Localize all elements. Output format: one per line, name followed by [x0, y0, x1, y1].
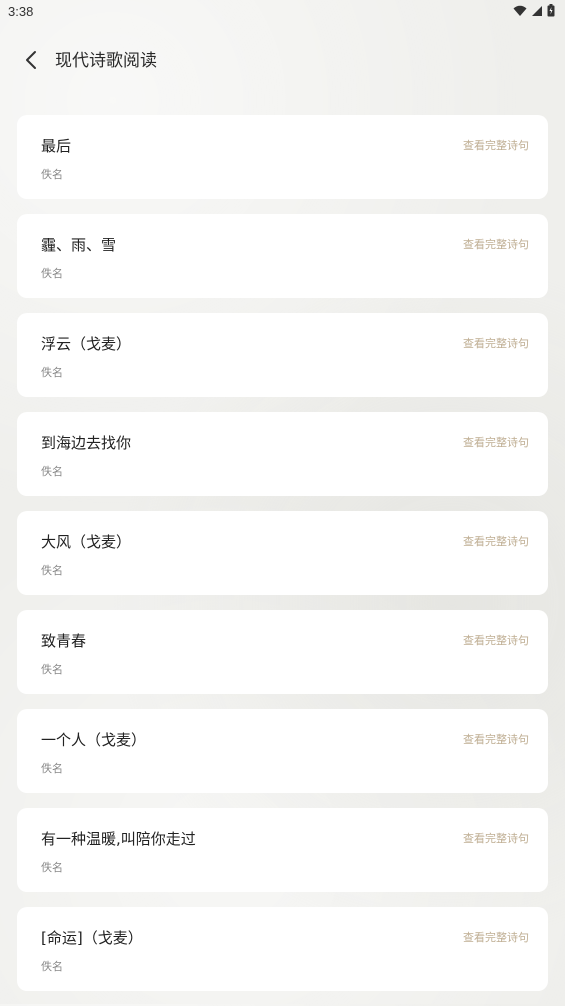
poem-title: 一个人（戈麦）: [41, 731, 147, 749]
poem-card[interactable]: 一个人（戈麦） 佚名 查看完整诗句: [17, 709, 548, 793]
poem-title: 霾、雨、雪: [41, 236, 117, 254]
poem-list: 最后 佚名 查看完整诗句 霾、雨、雪 佚名 查看完整诗句 浮云（戈麦） 佚名 查…: [17, 115, 548, 1006]
status-time: 3:38: [8, 4, 34, 19]
poem-title: 有一种温暖,叫陪你走过: [41, 830, 196, 848]
status-bar: 3:38: [0, 0, 565, 24]
poem-card[interactable]: 有一种温暖,叫陪你走过 佚名 查看完整诗句: [17, 808, 548, 892]
view-full-poem-link[interactable]: 查看完整诗句: [463, 731, 529, 747]
poem-title: 到海边去找你: [41, 434, 132, 452]
view-full-poem-link[interactable]: 查看完整诗句: [463, 137, 529, 153]
poem-card[interactable]: 到海边去找你 佚名 查看完整诗句: [17, 412, 548, 496]
view-full-poem-link[interactable]: 查看完整诗句: [463, 929, 529, 945]
status-icons: [513, 4, 555, 17]
chevron-left-icon: [26, 51, 36, 69]
poem-author: 佚名: [41, 960, 63, 973]
view-full-poem-link[interactable]: 查看完整诗句: [463, 434, 529, 450]
battery-icon: [547, 4, 555, 17]
poem-card[interactable]: [命运]（戈麦） 佚名 查看完整诗句: [17, 907, 548, 991]
poem-author: 佚名: [41, 861, 63, 874]
poem-author: 佚名: [41, 762, 63, 775]
poem-card[interactable]: 霾、雨、雪 佚名 查看完整诗句: [17, 214, 548, 298]
poem-title: 致青春: [41, 632, 87, 650]
cellular-signal-icon: [532, 5, 542, 16]
poem-author: 佚名: [41, 168, 63, 181]
poem-card[interactable]: 大风（戈麦） 佚名 查看完整诗句: [17, 511, 548, 595]
view-full-poem-link[interactable]: 查看完整诗句: [463, 335, 529, 351]
app-bar: 现代诗歌阅读: [0, 36, 565, 80]
poem-title: 最后: [41, 137, 72, 155]
poem-author: 佚名: [41, 564, 63, 577]
poem-title: 浮云（戈麦）: [41, 335, 132, 353]
view-full-poem-link[interactable]: 查看完整诗句: [463, 236, 529, 252]
poem-card[interactable]: 最后 佚名 查看完整诗句: [17, 115, 548, 199]
poem-title: 大风（戈麦）: [41, 533, 132, 551]
poem-author: 佚名: [41, 366, 63, 379]
poem-author: 佚名: [41, 465, 63, 478]
wifi-icon: [513, 5, 527, 16]
poem-card[interactable]: 致青春 佚名 查看完整诗句: [17, 610, 548, 694]
back-button[interactable]: [18, 46, 46, 74]
page-title: 现代诗歌阅读: [55, 51, 157, 71]
view-full-poem-link[interactable]: 查看完整诗句: [463, 830, 529, 846]
view-full-poem-link[interactable]: 查看完整诗句: [463, 632, 529, 648]
poem-title: [命运]（戈麦）: [41, 929, 143, 947]
poem-author: 佚名: [41, 663, 63, 676]
poem-author: 佚名: [41, 267, 63, 280]
poem-card[interactable]: 浮云（戈麦） 佚名 查看完整诗句: [17, 313, 548, 397]
view-full-poem-link[interactable]: 查看完整诗句: [463, 533, 529, 549]
